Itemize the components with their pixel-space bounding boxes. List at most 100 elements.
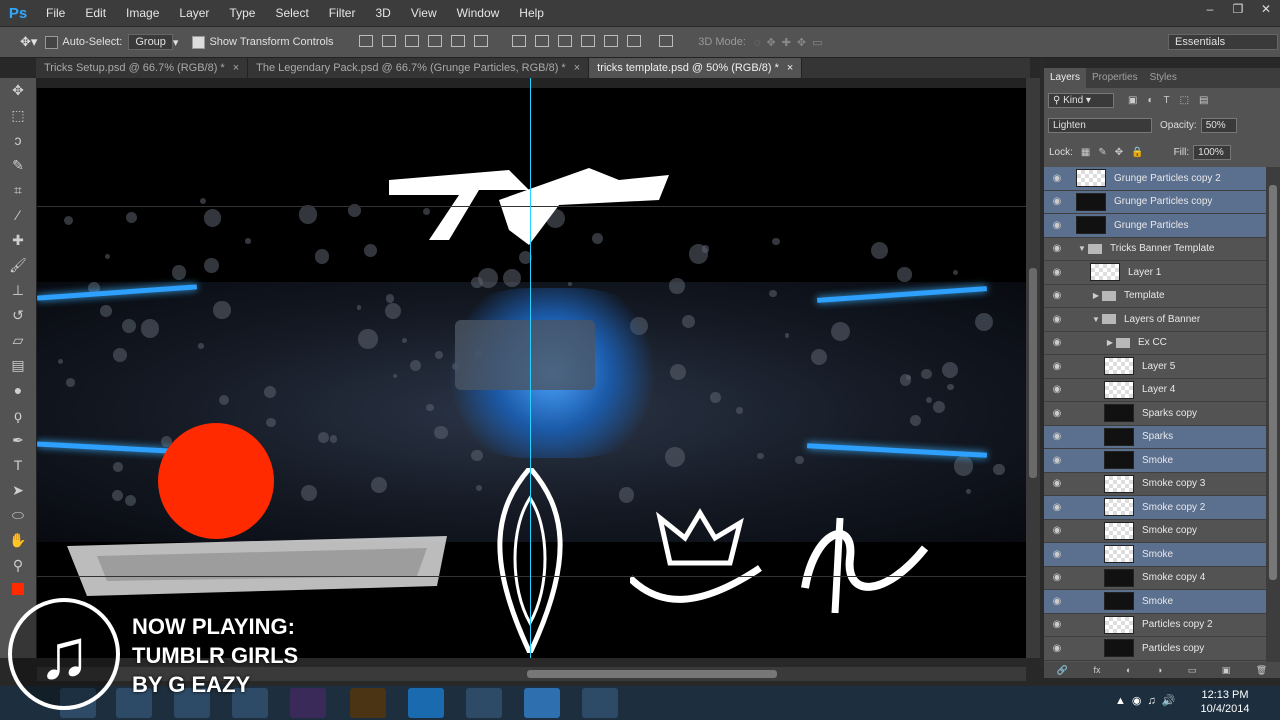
- visibility-eye-icon[interactable]: ◉: [1044, 478, 1070, 489]
- menu-item-edit[interactable]: Edit: [75, 0, 116, 26]
- gradient-tool-icon[interactable]: ▤: [0, 353, 36, 378]
- auto-align-icon[interactable]: [659, 34, 674, 47]
- group-toggle-icon[interactable]: ▼: [1076, 244, 1088, 253]
- close-button[interactable]: ✕: [1252, 0, 1280, 18]
- layer-row[interactable]: ◉ ▶ Template: [1044, 285, 1266, 308]
- canvas-area[interactable]: [37, 78, 1026, 658]
- distribute-vcenter-icon[interactable]: [534, 34, 549, 47]
- lasso-tool-icon[interactable]: ↄ: [0, 128, 36, 153]
- visibility-eye-icon[interactable]: ◉: [1044, 549, 1070, 560]
- workspace-dropdown[interactable]: Essentials: [1168, 34, 1278, 50]
- menu-item-image[interactable]: Image: [116, 0, 169, 26]
- panel-footer-icon[interactable]: ◐: [1126, 665, 1131, 675]
- align-bottom-icon[interactable]: [404, 34, 419, 47]
- brush-tool-icon[interactable]: 🖌: [0, 253, 36, 278]
- panel-footer-icon[interactable]: ▣: [1222, 665, 1231, 676]
- opacity-input[interactable]: 50%: [1200, 117, 1237, 133]
- move-tool-icon[interactable]: ✥▾: [20, 34, 37, 50]
- align-top-icon[interactable]: [358, 34, 373, 47]
- blur-tool-icon[interactable]: ●: [0, 378, 36, 403]
- visibility-eye-icon[interactable]: ◉: [1044, 243, 1070, 254]
- tab-styles[interactable]: Styles: [1144, 68, 1183, 88]
- distribute-bottom-icon[interactable]: [558, 34, 572, 47]
- screen-capture-taskbar-icon[interactable]: [466, 688, 502, 718]
- visibility-eye-icon[interactable]: ◉: [1044, 502, 1070, 513]
- visibility-eye-icon[interactable]: ◉: [1044, 431, 1070, 442]
- auto-select-dropdown[interactable]: Group: [128, 34, 173, 50]
- filter-kind-dropdown[interactable]: ⚲ Kind ▾: [1048, 92, 1114, 108]
- healing-brush-tool-icon[interactable]: ✚: [0, 228, 36, 253]
- align-hcenter-icon[interactable]: [450, 34, 465, 47]
- hand-tool-icon[interactable]: ✋: [0, 528, 36, 553]
- layer-row[interactable]: ◉ Smoke copy: [1044, 520, 1266, 543]
- visibility-eye-icon[interactable]: ◉: [1044, 572, 1070, 583]
- layer-row[interactable]: ◉ ▶ Ex CC: [1044, 332, 1266, 355]
- quick-select-tool-icon[interactable]: ✎: [0, 153, 36, 178]
- group-toggle-icon[interactable]: ▶: [1090, 291, 1102, 300]
- fill-input[interactable]: 100%: [1193, 144, 1232, 160]
- menu-item-window[interactable]: Window: [447, 0, 510, 26]
- taskbar-clock[interactable]: 12:13 PM 10/4/2014: [1190, 688, 1260, 716]
- layer-row[interactable]: ◉ ▼ Layers of Banner: [1044, 308, 1266, 332]
- auto-select-checkbox[interactable]: [45, 35, 59, 49]
- restore-button[interactable]: ❐: [1224, 0, 1252, 18]
- visibility-eye-icon[interactable]: ◉: [1044, 173, 1070, 184]
- panel-footer-icon[interactable]: 🗑: [1256, 665, 1267, 676]
- align-vcenter-icon[interactable]: [381, 34, 396, 47]
- lock-icons[interactable]: ▦✎✥🔒: [1081, 147, 1152, 158]
- menu-item-view[interactable]: View: [401, 0, 447, 26]
- dodge-tool-icon[interactable]: ϙ: [0, 403, 36, 428]
- canvas-vertical-scroll-thumb[interactable]: [1029, 268, 1037, 478]
- visibility-eye-icon[interactable]: ◉: [1044, 455, 1070, 466]
- distribute-right-icon[interactable]: [627, 34, 642, 47]
- visibility-eye-icon[interactable]: ◉: [1044, 290, 1070, 301]
- tab-properties[interactable]: Properties: [1086, 68, 1144, 88]
- align-left-icon[interactable]: [427, 34, 442, 47]
- zoom-tool-icon[interactable]: ⚲: [0, 553, 36, 578]
- document-tab-0[interactable]: Tricks Setup.psd @ 66.7% (RGB/8) * ×: [36, 58, 249, 78]
- layers-scroll-thumb[interactable]: [1269, 185, 1277, 580]
- visibility-eye-icon[interactable]: ◉: [1044, 361, 1070, 372]
- document-tab-2[interactable]: tricks template.psd @ 50% (RGB/8) * ×: [589, 58, 803, 78]
- group-toggle-icon[interactable]: ▶: [1104, 338, 1116, 347]
- panel-footer-icon[interactable]: 🔗: [1057, 665, 1068, 676]
- tab-close-icon[interactable]: ×: [787, 62, 793, 74]
- visibility-eye-icon[interactable]: ◉: [1044, 196, 1070, 207]
- filter-type-icons[interactable]: ▣◐T⬚▤: [1128, 95, 1219, 106]
- layer-row[interactable]: ◉ Smoke copy 2: [1044, 496, 1266, 520]
- visibility-eye-icon[interactable]: ◉: [1044, 337, 1070, 348]
- menu-item-type[interactable]: Type: [219, 0, 265, 26]
- document-canvas[interactable]: [37, 88, 1026, 658]
- document-tab-1[interactable]: The Legendary Pack.psd @ 66.7% (Grunge P…: [248, 58, 590, 78]
- minimize-button[interactable]: –: [1196, 0, 1224, 18]
- menu-item-help[interactable]: Help: [509, 0, 554, 26]
- tool-taskbar-icon[interactable]: [582, 688, 618, 718]
- visibility-eye-icon[interactable]: ◉: [1044, 408, 1070, 419]
- menu-item-layer[interactable]: Layer: [169, 0, 219, 26]
- panel-footer-icon[interactable]: ▭: [1188, 665, 1197, 676]
- layer-row[interactable]: ◉ Smoke: [1044, 590, 1266, 614]
- shape-tool-icon[interactable]: ⬭: [0, 503, 36, 528]
- layer-row[interactable]: ◉ Particles copy: [1044, 637, 1266, 661]
- layer-row[interactable]: ◉ Particles copy 2: [1044, 614, 1266, 637]
- crop-tool-icon[interactable]: ⌗: [0, 178, 36, 203]
- visibility-eye-icon[interactable]: ◉: [1044, 384, 1070, 395]
- skype-taskbar-icon[interactable]: [408, 688, 444, 718]
- move-tool-icon[interactable]: ✥: [0, 78, 36, 103]
- eraser-tool-icon[interactable]: ▱: [0, 328, 36, 353]
- tab-close-icon[interactable]: ×: [233, 62, 239, 74]
- layer-row[interactable]: ◉ Smoke copy 4: [1044, 567, 1266, 590]
- tab-layers[interactable]: Layers: [1044, 68, 1087, 88]
- visibility-eye-icon[interactable]: ◉: [1044, 596, 1070, 607]
- distribute-hcenter-icon[interactable]: [604, 34, 619, 47]
- layer-row[interactable]: ◉ Smoke: [1044, 543, 1266, 567]
- layer-row[interactable]: ◉ Grunge Particles copy 2: [1044, 167, 1266, 191]
- illustrator-taskbar-icon[interactable]: [350, 688, 386, 718]
- panel-footer-icon[interactable]: ◑: [1157, 665, 1162, 675]
- distribute-top-icon[interactable]: [511, 34, 526, 47]
- group-toggle-icon[interactable]: ▼: [1090, 315, 1102, 324]
- visibility-eye-icon[interactable]: ◉: [1044, 525, 1070, 536]
- path-select-tool-icon[interactable]: ➤: [0, 478, 36, 503]
- menu-item-3d[interactable]: 3D: [365, 0, 400, 26]
- menu-item-select[interactable]: Select: [265, 0, 318, 26]
